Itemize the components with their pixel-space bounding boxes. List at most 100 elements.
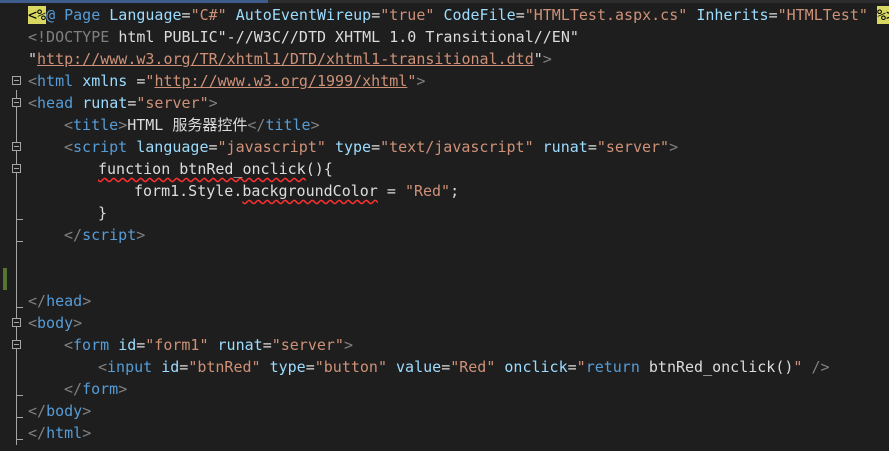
code-token: value bbox=[396, 358, 442, 376]
code-line[interactable] bbox=[0, 246, 889, 268]
code-token: " bbox=[407, 72, 417, 90]
code-token: "HTMLTest" bbox=[777, 6, 877, 24]
code-token: " bbox=[576, 358, 586, 376]
code-token: </ bbox=[28, 424, 47, 442]
code-token: </ bbox=[28, 292, 47, 310]
code-token: type bbox=[334, 138, 372, 156]
code-token: < bbox=[98, 358, 108, 376]
code-token: = bbox=[371, 6, 381, 24]
code-token: < bbox=[64, 116, 74, 134]
code-token: /> bbox=[811, 358, 830, 376]
code-token: title bbox=[265, 116, 311, 134]
code-line-text: function btnRed_onclick(){ bbox=[98, 158, 333, 180]
code-token: > bbox=[542, 50, 552, 68]
code-token: > bbox=[82, 424, 92, 442]
code-token: head bbox=[46, 292, 83, 310]
code-token: > bbox=[669, 138, 679, 156]
code-token: < bbox=[28, 314, 38, 332]
code-token: > bbox=[118, 380, 128, 398]
code-token: form bbox=[82, 380, 119, 398]
code-line[interactable]: <script language="javascript" type="text… bbox=[0, 136, 889, 158]
code-line[interactable]: </head> bbox=[0, 290, 889, 312]
code-token: = bbox=[136, 336, 146, 354]
code-line-text: </form> bbox=[64, 378, 127, 400]
code-token: Page bbox=[64, 6, 110, 24]
code-token: < bbox=[28, 94, 38, 112]
code-token: Inherits bbox=[696, 6, 769, 24]
code-line[interactable]: "http://www.w3.org/TR/xhtml1/DTD/xhtml1-… bbox=[0, 48, 889, 70]
code-line[interactable]: </html> bbox=[0, 422, 889, 444]
code-token: = bbox=[515, 6, 525, 24]
code-token: </ bbox=[64, 226, 83, 244]
code-line-text: </script> bbox=[64, 224, 145, 246]
code-token: form1.Style. bbox=[134, 182, 243, 200]
code-token: </ bbox=[64, 380, 83, 398]
code-token: Language bbox=[109, 6, 182, 24]
code-token: HTML 服务器控件 bbox=[127, 116, 248, 134]
code-line-text: </html> bbox=[28, 422, 91, 444]
code-token: id bbox=[161, 358, 180, 376]
code-token: " bbox=[28, 50, 38, 68]
code-token: backgroundColor bbox=[242, 182, 378, 200]
code-token: = bbox=[208, 138, 218, 156]
code-token: return bbox=[585, 358, 649, 376]
code-token: > bbox=[416, 72, 426, 90]
code-line[interactable]: </body> bbox=[0, 400, 889, 422]
code-line[interactable] bbox=[0, 268, 889, 290]
code-token: title bbox=[73, 116, 119, 134]
code-line[interactable]: <%@ Page Language="C#" AutoEventWireup="… bbox=[0, 4, 889, 26]
code-line[interactable]: <body> bbox=[0, 312, 889, 334]
code-token: > bbox=[310, 116, 320, 134]
code-line-text: <%@ Page Language="C#" AutoEventWireup="… bbox=[28, 4, 889, 26]
code-token: head bbox=[37, 94, 83, 112]
code-token: type bbox=[269, 358, 306, 376]
code-token: language bbox=[136, 138, 209, 156]
code-line[interactable]: </form> bbox=[0, 378, 889, 400]
code-token: input bbox=[107, 358, 162, 376]
code-token: http://www.w3.org/TR/xhtml1/DTD/xhtml1-t… bbox=[37, 50, 534, 68]
code-token: > bbox=[82, 292, 92, 310]
code-token: "button" bbox=[314, 358, 397, 376]
code-token: xmlns bbox=[82, 72, 137, 90]
code-token: "form1" bbox=[145, 336, 218, 354]
code-token: ; bbox=[450, 182, 460, 200]
code-line[interactable]: </script> bbox=[0, 224, 889, 246]
code-token: AutoEventWireup bbox=[235, 6, 372, 24]
code-line[interactable]: <!DOCTYPE html PUBLIC"-//W3C//DTD XHTML … bbox=[0, 26, 889, 48]
code-line-text: } bbox=[98, 202, 107, 224]
code-token: "Red" bbox=[450, 358, 505, 376]
code-line[interactable]: form1.Style.backgroundColor = "Red"; bbox=[0, 180, 889, 202]
active-tab-indicator bbox=[0, 0, 268, 3]
code-line[interactable]: function btnRed_onclick(){ bbox=[0, 158, 889, 180]
code-line-text: "http://www.w3.org/TR/xhtml1/DTD/xhtml1-… bbox=[28, 48, 552, 70]
code-token: = bbox=[262, 336, 272, 354]
code-token: } bbox=[98, 204, 108, 222]
code-token: http://www.w3.org/1999/xhtml bbox=[154, 72, 408, 90]
code-token: > bbox=[343, 336, 353, 354]
code-token: "server" bbox=[136, 94, 209, 112]
code-token: " bbox=[533, 50, 543, 68]
code-token: CodeFile bbox=[443, 6, 516, 24]
code-token: = bbox=[587, 138, 597, 156]
code-line-text: </head> bbox=[28, 290, 91, 312]
code-token: "HTMLTest.aspx.cs" bbox=[524, 6, 697, 24]
code-token: html bbox=[37, 72, 83, 90]
code-line-text: <title>HTML 服务器控件</title> bbox=[64, 114, 320, 136]
code-token: (){ bbox=[305, 160, 333, 178]
code-line[interactable]: <form id="form1" runat="server"> bbox=[0, 334, 889, 356]
code-line[interactable]: <html xmlns ="http://www.w3.org/1999/xht… bbox=[0, 70, 889, 92]
code-token: = bbox=[179, 358, 189, 376]
code-line-text: <head runat="server"> bbox=[28, 92, 218, 114]
code-token: = bbox=[371, 138, 381, 156]
code-token: "true" bbox=[380, 6, 444, 24]
code-editor[interactable]: <%@ Page Language="C#" AutoEventWireup="… bbox=[0, 0, 889, 451]
code-line[interactable]: <input id="btnRed" type="button" value="… bbox=[0, 356, 889, 378]
code-line[interactable]: <head runat="server"> bbox=[0, 92, 889, 114]
code-line[interactable]: <title>HTML 服务器控件</title> bbox=[0, 114, 889, 136]
code-token: "server" bbox=[271, 336, 344, 354]
code-line[interactable]: } bbox=[0, 202, 889, 224]
code-line-text: <body> bbox=[28, 312, 82, 334]
code-line-text: form1.Style.backgroundColor = "Red"; bbox=[134, 180, 459, 202]
code-token: = bbox=[377, 182, 405, 200]
code-token: runat bbox=[217, 336, 263, 354]
